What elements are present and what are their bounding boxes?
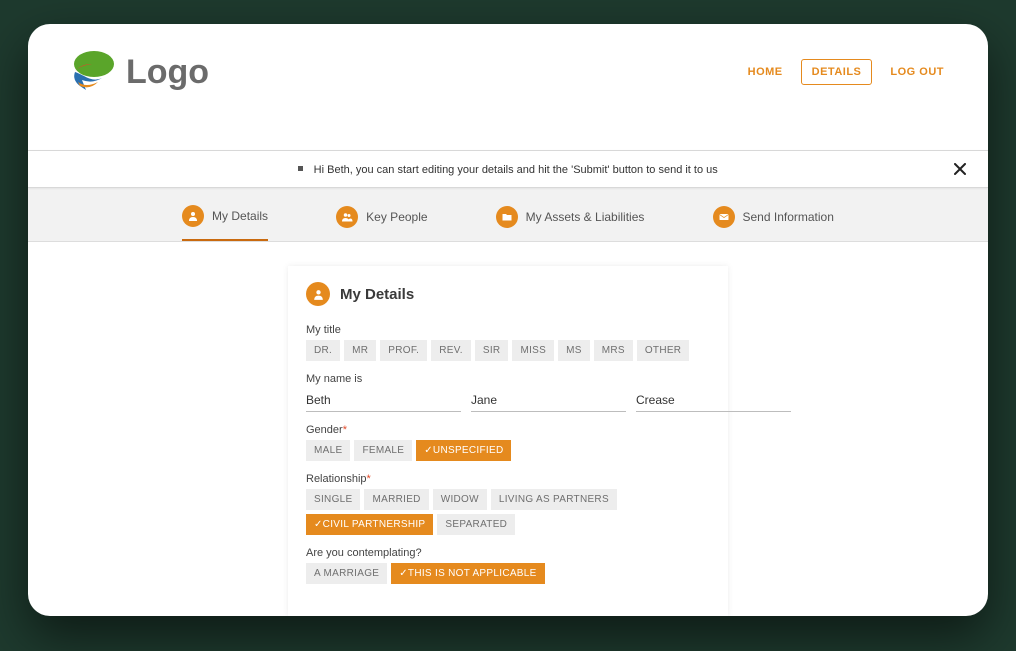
tab-my-details[interactable]: My Details [182,188,268,241]
contemplate-options: A MARRIAGE ✓THIS IS NOT APPLICABLE [306,563,710,584]
cont-marriage[interactable]: A MARRIAGE [306,563,387,584]
notice-text: Hi Beth, you can start editing your deta… [314,164,718,176]
logo-icon [68,50,116,94]
tab-key-people[interactable]: Key People [336,188,427,241]
tab-send[interactable]: Send Information [713,188,834,241]
content: My Details My title DR. MR PROF. REV. SI… [28,242,988,616]
title-label: My title [306,324,710,336]
notice-text-wrap: Hi Beth, you can start editing your deta… [298,160,718,178]
bullet-icon [298,166,303,171]
header: Logo HOME DETAILS LOG OUT [28,24,988,120]
folder-icon [496,206,518,228]
rel-separated[interactable]: SEPARATED [437,514,515,535]
title-options: DR. MR PROF. REV. SIR MISS MS MRS OTHER [306,340,710,361]
top-nav: HOME DETAILS LOG OUT [748,59,944,85]
rel-civil[interactable]: ✓CIVIL PARTNERSHIP [306,514,433,535]
rel-widow[interactable]: WIDOW [433,489,487,510]
gender-options: MALE FEMALE ✓UNSPECIFIED [306,440,710,461]
close-icon [954,163,966,175]
title-prof[interactable]: PROF. [380,340,427,361]
required-mark: * [343,424,347,436]
logo-text: Logo [126,53,209,92]
my-details-panel: My Details My title DR. MR PROF. REV. SI… [288,266,728,616]
tab-label: Key People [366,210,427,224]
nav-logout[interactable]: LOG OUT [890,66,944,78]
first-name-input[interactable] [306,389,461,412]
panel-title: My Details [340,286,414,303]
rel-living[interactable]: LIVING AS PARTNERS [491,489,617,510]
tab-label: My Details [212,209,268,223]
cont-na[interactable]: ✓THIS IS NOT APPLICABLE [391,563,544,584]
title-ms[interactable]: MS [558,340,590,361]
tab-label: My Assets & Liabilities [526,210,645,224]
title-mrs[interactable]: MRS [594,340,633,361]
notice-close-button[interactable] [952,161,968,177]
tabs: My Details Key People My Assets & Liabil… [28,188,988,242]
title-mr[interactable]: MR [344,340,376,361]
panel-header: My Details [306,282,710,306]
person-icon [182,205,204,227]
title-miss[interactable]: MISS [512,340,554,361]
gender-label: Gender* [306,424,710,436]
gender-female[interactable]: FEMALE [354,440,412,461]
title-other[interactable]: OTHER [637,340,690,361]
people-icon [336,206,358,228]
nav-details[interactable]: DETAILS [801,59,873,85]
panel-person-icon [306,282,330,306]
notice-bar: Hi Beth, you can start editing your deta… [28,150,988,188]
required-mark: * [367,473,371,485]
tab-label: Send Information [743,210,834,224]
app-frame: Logo HOME DETAILS LOG OUT Hi Beth, you c… [28,24,988,616]
tab-assets[interactable]: My Assets & Liabilities [496,188,645,241]
name-row [306,389,710,412]
contemplate-label: Are you contemplating? [306,547,710,559]
mail-icon [713,206,735,228]
rel-single[interactable]: SINGLE [306,489,360,510]
gender-unspecified[interactable]: ✓UNSPECIFIED [416,440,511,461]
middle-name-input[interactable] [471,389,626,412]
title-rev[interactable]: REV. [431,340,471,361]
relationship-options: SINGLE MARRIED WIDOW LIVING AS PARTNERS … [306,489,710,535]
last-name-input[interactable] [636,389,791,412]
logo: Logo [68,50,209,94]
rel-married[interactable]: MARRIED [364,489,428,510]
title-sir[interactable]: SIR [475,340,509,361]
gender-male[interactable]: MALE [306,440,350,461]
relationship-label: Relationship* [306,473,710,485]
title-dr[interactable]: DR. [306,340,340,361]
nav-home[interactable]: HOME [748,66,783,78]
name-label: My name is [306,373,710,385]
